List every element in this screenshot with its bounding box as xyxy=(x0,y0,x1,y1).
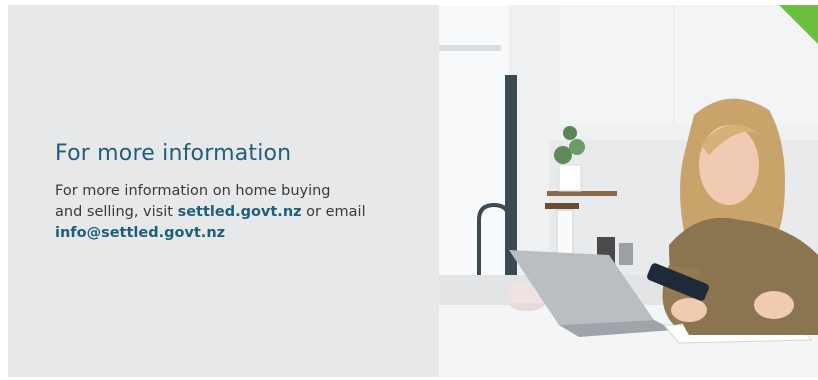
info-paragraph: For more information on home buying and s… xyxy=(55,181,395,244)
text-panel: For more information For more informatio… xyxy=(8,5,439,377)
photo-illustration xyxy=(439,5,818,377)
connector-text: or email xyxy=(301,204,366,220)
window-frame xyxy=(505,75,517,275)
kitchen-photo xyxy=(439,5,818,377)
info-banner: For more information For more informatio… xyxy=(8,5,818,377)
email-link[interactable]: info@settled.govt.nz xyxy=(55,225,225,241)
section-heading: For more information xyxy=(55,141,292,166)
shelf xyxy=(547,191,617,196)
intro-line-2-prefix: and selling, visit xyxy=(55,204,178,220)
upper-cabinets xyxy=(559,5,818,125)
website-link[interactable]: settled.govt.nz xyxy=(178,204,302,220)
intro-line-1: For more information on home buying xyxy=(55,183,331,199)
